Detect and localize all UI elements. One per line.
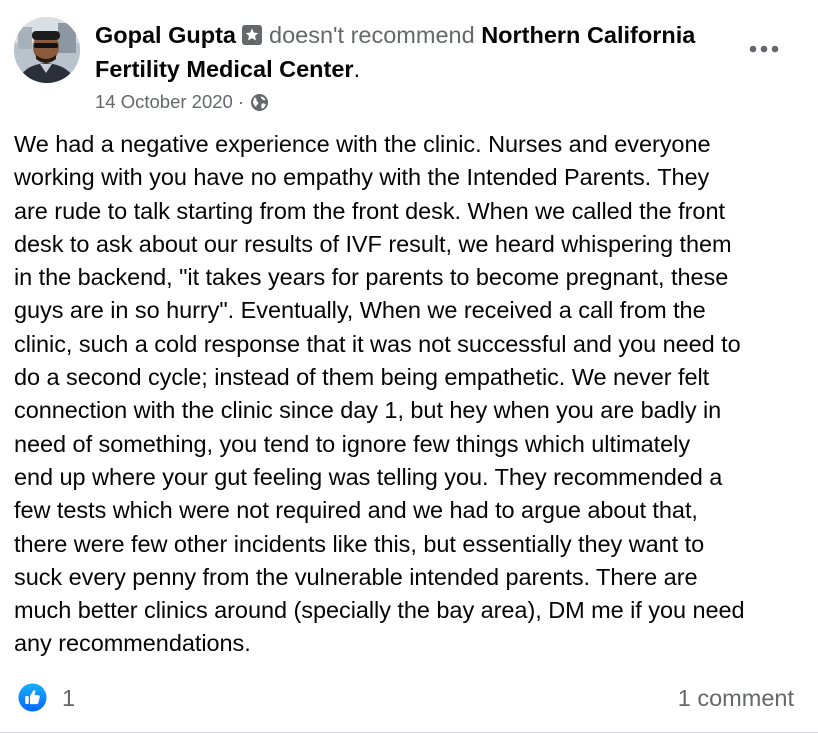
thumbs-up-icon[interactable] — [18, 683, 47, 712]
recommendation-status: doesn't recommend — [269, 22, 475, 48]
post-meta: 14 October 2020 · — [95, 90, 269, 114]
avatar[interactable] — [14, 17, 80, 83]
author-name[interactable]: Gopal Gupta — [95, 22, 236, 48]
header-period: . — [353, 56, 361, 82]
post-footer: 1 1 comment — [14, 678, 794, 718]
more-options-button[interactable] — [744, 31, 784, 67]
like-count[interactable]: 1 — [62, 682, 75, 714]
star-badge-icon — [241, 21, 263, 45]
post-header: Gopal Gupta doesn't recommend Northern Ca… — [95, 18, 745, 86]
ellipsis-icon — [749, 45, 779, 53]
globe-icon[interactable] — [250, 93, 269, 112]
post-date[interactable]: 14 October 2020 — [95, 90, 233, 114]
avatar-image — [14, 17, 80, 83]
comment-count[interactable]: 1 comment — [678, 682, 794, 714]
review-post: Gopal Gupta doesn't recommend Northern Ca… — [0, 0, 818, 733]
review-body: We had a negative experience with the cl… — [14, 131, 745, 657]
meta-separator: · — [237, 91, 244, 112]
